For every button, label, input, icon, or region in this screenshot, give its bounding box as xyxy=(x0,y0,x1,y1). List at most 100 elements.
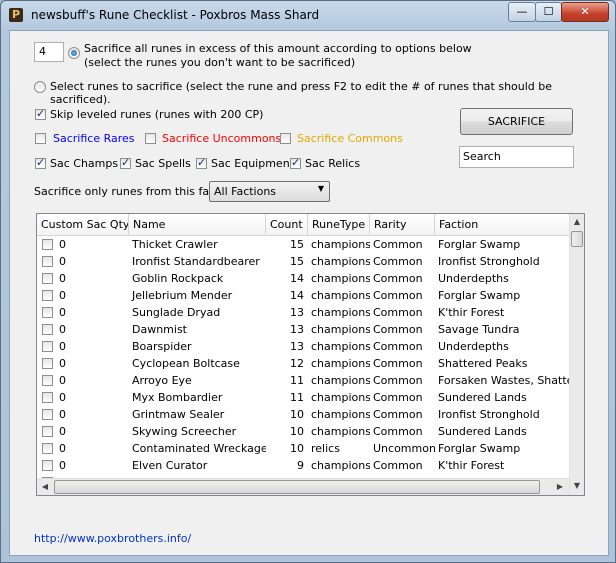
skip-leveled-label: Skip leveled runes (runes with 200 CP) xyxy=(50,108,264,121)
horizontal-scrollbar[interactable]: ◀ ▶ xyxy=(37,478,569,495)
scroll-right-icon[interactable]: ▶ xyxy=(552,479,568,495)
sac-relics-label: Sac Relics xyxy=(305,157,361,170)
table-cell: Sunglade Dryad xyxy=(132,306,221,319)
close-button[interactable]: ✕ xyxy=(561,2,609,22)
row-checkbox[interactable] xyxy=(42,239,53,250)
row-checkbox[interactable] xyxy=(42,324,53,335)
table-cell[interactable]: 0 xyxy=(56,304,129,321)
sac-spells-label: Sac Spells xyxy=(135,157,191,170)
table-row[interactable]: 0 Dawnmist 13 champions Common Savage Tundra xyxy=(37,321,569,338)
table-row[interactable]: 0 Sunglade Dryad 13 champions Common K'thir F… xyxy=(37,304,569,321)
sac-commons-label: Sacrifice Commons xyxy=(297,132,403,145)
row-checkbox[interactable] xyxy=(42,375,53,386)
table-row[interactable]: 0 Jellebrium Mender 14 champions Common Forgl… xyxy=(37,287,569,304)
table-cell[interactable]: 0 xyxy=(56,270,129,287)
table-cell: Common xyxy=(373,272,423,285)
table-cell: Forglar Swamp xyxy=(438,442,521,455)
table-row[interactable]: 0 Contaminated Wreckage 10 relics Uncommon Fo… xyxy=(37,440,569,457)
table-row[interactable]: 0 Ironfist Standardbearer 15 champions Commo… xyxy=(37,253,569,270)
row-checkbox[interactable] xyxy=(42,409,53,420)
sac-rares-checkbox[interactable] xyxy=(35,133,46,144)
column-header[interactable]: RuneType xyxy=(308,214,370,236)
row-checkbox[interactable] xyxy=(42,443,53,454)
table-row[interactable]: 0 Arroyo Eye 11 champions Common Forsaken Was… xyxy=(37,372,575,389)
table-cell: champions xyxy=(311,357,370,370)
excess-radio[interactable] xyxy=(68,47,80,59)
table-cell[interactable]: 0 xyxy=(56,287,129,304)
sac-uncommons-checkbox[interactable] xyxy=(145,133,156,144)
sacrifice-button[interactable]: SACRIFICE xyxy=(460,108,573,135)
title-bar[interactable]: P newsbuff's Rune Checklist - Poxbros Ma… xyxy=(1,1,615,29)
row-checkbox[interactable] xyxy=(42,307,53,318)
column-header[interactable]: Faction xyxy=(435,214,575,236)
column-header[interactable]: Name xyxy=(129,214,266,236)
poxbrothers-link[interactable]: http://www.poxbrothers.info/ xyxy=(34,532,191,545)
table-row[interactable]: 0 Myx Bombardier 11 champions Common Sundered… xyxy=(37,389,569,406)
table-cell[interactable]: 0 xyxy=(56,389,129,406)
table-row[interactable]: 0 Skywing Screecher 10 champions Common Sunde… xyxy=(37,423,569,440)
row-checkbox[interactable] xyxy=(42,392,53,403)
minimize-button[interactable]: — xyxy=(508,2,536,22)
table-cell[interactable]: 0 xyxy=(56,457,129,474)
table-cell: Jellebrium Mender xyxy=(132,289,233,302)
table-cell[interactable]: 0 xyxy=(56,355,129,372)
table-row[interactable]: 0 Goblin Rockpack 14 champions Common Underde… xyxy=(37,270,569,287)
table-row[interactable]: 0 Thicket Crawler 15 champions Common Forglar… xyxy=(37,236,569,253)
column-header[interactable]: Rarity xyxy=(370,214,435,236)
maximize-button[interactable]: ☐ xyxy=(535,2,562,22)
table-cell[interactable]: 0 xyxy=(56,406,129,423)
column-header[interactable]: Custom Sac Qty xyxy=(37,214,129,236)
sac-uncommons-label: Sacrifice Uncommons xyxy=(162,132,282,145)
sac-relics-checkbox[interactable] xyxy=(290,156,301,169)
select-radio[interactable] xyxy=(34,81,46,93)
table-cell: Uncommon xyxy=(373,442,435,455)
row-checkbox[interactable] xyxy=(42,426,53,437)
table-cell[interactable]: 0 xyxy=(56,338,129,355)
sac-champs-checkbox[interactable] xyxy=(35,156,46,169)
row-checkbox[interactable] xyxy=(42,273,53,284)
table-row[interactable]: 0 Boarspider 13 champions Common Underdepths xyxy=(37,338,569,355)
rune-table[interactable]: Custom Sac Qty Name Count RuneType Rarity Fac… xyxy=(36,213,585,496)
row-checkbox[interactable] xyxy=(42,460,53,471)
skip-leveled-checkbox[interactable] xyxy=(35,107,46,120)
sac-equipment-checkbox[interactable] xyxy=(196,156,207,169)
table-cell[interactable]: 0 xyxy=(56,440,129,457)
select-radio-label: Select runes to sacrifice (select the ru… xyxy=(50,80,553,106)
table-cell: 11 xyxy=(290,391,304,404)
table-cell[interactable]: 0 xyxy=(56,423,129,440)
sac-equipment-label: Sac Equipment xyxy=(211,157,294,170)
table-row[interactable]: 0 Cyclopean Boltcase 12 champions Common Shat… xyxy=(37,355,569,372)
sac-spells-checkbox[interactable] xyxy=(120,156,131,169)
vertical-scrollbar[interactable]: ▲ ▼ xyxy=(569,214,584,495)
table-cell[interactable]: 0 xyxy=(56,253,129,270)
table-cell: Goblin Rockpack xyxy=(132,272,224,285)
scroll-left-icon[interactable]: ◀ xyxy=(37,479,53,495)
table-cell[interactable]: 0 xyxy=(56,372,129,389)
row-checkbox[interactable] xyxy=(42,341,53,352)
scroll-down-icon[interactable]: ▼ xyxy=(570,478,584,494)
row-checkbox[interactable] xyxy=(42,256,53,267)
table-cell: Savage Tundra xyxy=(438,323,520,336)
table-cell: 11 xyxy=(290,374,304,387)
table-cell: Common xyxy=(373,255,423,268)
table-cell: Common xyxy=(373,238,423,251)
table-cell: Common xyxy=(373,408,423,421)
search-input[interactable]: Search xyxy=(459,146,574,168)
vertical-scroll-thumb[interactable] xyxy=(571,231,583,247)
row-checkbox[interactable] xyxy=(42,290,53,301)
scroll-up-icon[interactable]: ▲ xyxy=(570,214,584,230)
table-row[interactable]: 0 Grintmaw Sealer 10 champions Common Ironfis… xyxy=(37,406,569,423)
sac-champs-label: Sac Champs xyxy=(50,157,119,170)
column-header[interactable]: Count xyxy=(266,214,308,236)
table-row[interactable]: 0 Elven Curator 9 champions Common K'thir For… xyxy=(37,457,569,474)
table-cell: champions xyxy=(311,289,370,302)
table-cell: champions xyxy=(311,323,370,336)
horizontal-scroll-thumb[interactable] xyxy=(54,480,540,494)
row-checkbox[interactable] xyxy=(42,358,53,369)
faction-select[interactable]: All Factions ▼ xyxy=(209,181,330,202)
threshold-input[interactable]: 4 xyxy=(34,42,64,62)
sac-commons-checkbox[interactable] xyxy=(280,133,291,144)
table-cell: Thicket Crawler xyxy=(132,238,218,251)
table-cell[interactable]: 0 xyxy=(56,236,129,253)
table-cell[interactable]: 0 xyxy=(56,321,129,338)
